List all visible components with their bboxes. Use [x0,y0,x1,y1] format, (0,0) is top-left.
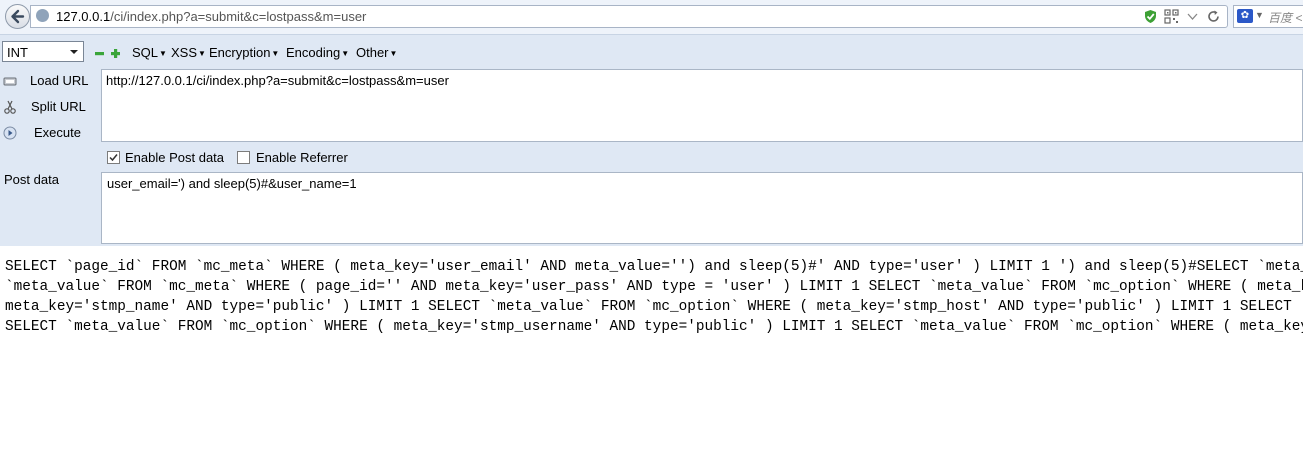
address-bar[interactable]: 127.0.0.1/ci/index.php?a=submit&c=lostpa… [30,5,1228,28]
address-text[interactable]: 127.0.0.1/ci/index.php?a=submit&c=lostpa… [56,9,366,24]
caret-down-icon: ▼ [271,49,280,58]
caret-down-icon: ▼ [159,49,167,58]
play-icon [3,126,17,140]
caret-down-icon: ▼ [198,49,206,58]
hackbar-panel: INT SQL▼ XSS▼ Encryption▼ Encoding▼ Othe… [0,35,1303,246]
menu-encryption[interactable]: Encryption▼ [209,45,279,60]
url-textarea-value: http://127.0.0.1/ci/index.php?a=submit&c… [106,73,449,88]
url-textarea[interactable]: http://127.0.0.1/ci/index.php?a=submit&c… [101,69,1303,142]
type-select[interactable]: INT [2,41,84,62]
load-url-icon [3,77,17,86]
post-data-label: Post data [4,172,59,187]
enable-post-checkbox[interactable] [107,151,120,164]
scissors-icon [4,100,16,114]
dropdown-arrow-icon[interactable] [1185,9,1200,24]
page-output: SELECT `page_id` FROM `mc_meta` WHERE ( … [5,257,1303,337]
globe-icon [36,9,49,22]
post-data-textarea[interactable]: user_email=') and sleep(5)#&user_name=1 [101,172,1303,244]
qr-code-icon[interactable] [1164,8,1179,24]
split-url-command[interactable]: Split URL [0,96,100,118]
output-line: `meta_value` FROM `mc_meta` WHERE ( page… [5,279,1303,295]
menu-xss[interactable]: XSS▼ [171,45,206,60]
post-data-value: user_email=') and sleep(5)#&user_name=1 [107,176,357,191]
caret-down-icon: ▼ [341,49,350,58]
split-url-label: Split URL [31,99,86,114]
chevron-down-icon[interactable]: ▼ [1255,10,1264,20]
type-select-value: INT [7,45,28,60]
load-url-label: Load URL [30,73,89,88]
menu-encoding[interactable]: Encoding▼ [286,45,349,60]
search-box[interactable]: ✿ ▼ 百度 <Ctrl+K> [1233,5,1303,28]
menu-other[interactable]: Other▼ [356,45,397,60]
checkmark-icon [109,154,118,162]
load-url-command[interactable]: Load URL [0,70,100,92]
menu-encryption-label: Encryption [209,45,271,60]
menu-xss-label: XSS [171,45,198,60]
shield-check-icon[interactable] [1143,9,1158,24]
search-placeholder: 百度 <Ctrl+K> [1268,11,1303,25]
execute-command[interactable]: Execute [0,122,100,144]
menu-encoding-label: Encoding [286,45,341,60]
address-bar-icons [1143,8,1221,24]
navigation-bar: 127.0.0.1/ci/index.php?a=submit&c=lostpa… [0,0,1303,35]
output-line: SELECT `meta_value` FROM `mc_option` WHE… [5,319,1303,335]
output-line: meta_key='stmp_name' AND type='public' )… [5,299,1303,315]
url-path: /ci/index.php?a=submit&c=lostpass&m=user [110,9,367,24]
back-arrow-icon [11,9,25,24]
back-button[interactable] [5,4,30,29]
decrease-icon[interactable] [95,49,104,58]
select-arrow-icon[interactable] [67,44,81,59]
hackbar-toolbar: INT SQL▼ XSS▼ Encryption▼ Encoding▼ Othe… [0,35,1303,69]
menu-sql[interactable]: SQL▼ [132,45,167,60]
reload-icon[interactable] [1206,9,1221,24]
execute-label: Execute [34,125,81,140]
menu-sql-label: SQL [132,45,159,60]
increase-icon[interactable] [111,49,120,58]
enable-referrer-checkbox[interactable] [237,151,250,164]
caret-down-icon: ▼ [389,49,398,58]
output-line: SELECT `page_id` FROM `mc_meta` WHERE ( … [5,259,1303,275]
baidu-paw-icon[interactable]: ✿ [1237,9,1253,23]
url-host: 127.0.0.1 [56,9,111,24]
menu-other-label: Other [356,45,389,60]
enable-post-label: Enable Post data [125,150,225,165]
enable-referrer-label: Enable Referrer [256,150,348,165]
